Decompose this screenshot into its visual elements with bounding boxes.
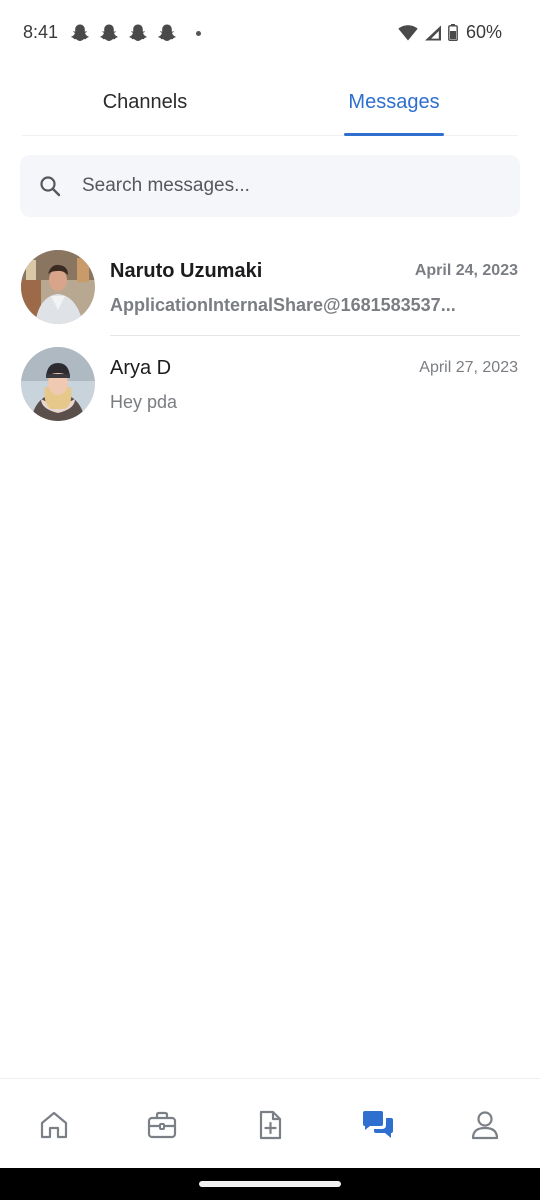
search-bar[interactable]	[20, 155, 520, 217]
snapchat-icon	[158, 24, 176, 41]
conversation-item[interactable]: Arya D April 27, 2023 Hey pda	[0, 337, 540, 433]
more-notifications-dot	[196, 30, 201, 36]
message-date: April 27, 2023	[419, 359, 518, 376]
contact-name: Naruto Uzumaki	[110, 260, 263, 282]
status-bar: 8:41 60%	[0, 0, 540, 68]
search-icon	[40, 176, 61, 197]
status-time: 8:41	[23, 22, 59, 42]
contact-name: Arya D	[110, 357, 172, 379]
nav-messages[interactable]	[360, 1107, 396, 1143]
home-icon	[40, 1111, 68, 1139]
divider	[110, 335, 520, 336]
tab-messages[interactable]: Messages	[322, 68, 466, 136]
tab-channels[interactable]: Channels	[22, 68, 268, 136]
message-preview: Hey pda	[110, 392, 178, 412]
nav-home[interactable]	[36, 1107, 72, 1143]
wifi-icon	[398, 24, 418, 40]
avatar	[21, 347, 95, 421]
message-preview: ApplicationInternalShare@1681583537...	[110, 295, 456, 315]
search-input[interactable]	[82, 155, 502, 217]
battery-percentage: 60%	[465, 22, 502, 42]
battery-icon	[448, 24, 458, 41]
system-navigation-bar	[0, 1168, 540, 1200]
nav-new-document[interactable]	[252, 1107, 288, 1143]
snapchat-icon	[71, 24, 89, 41]
chat-bubbles-icon	[363, 1111, 393, 1138]
tab-bar: Channels Messages	[22, 68, 518, 136]
user-icon	[471, 1111, 499, 1140]
document-add-icon	[259, 1110, 282, 1140]
active-tab-indicator	[344, 133, 444, 136]
avatar	[21, 250, 95, 324]
snapchat-icon	[129, 24, 147, 41]
conversation-item[interactable]: Naruto Uzumaki April 24, 2023 Applicatio…	[0, 240, 540, 336]
bottom-navigation	[0, 1078, 540, 1168]
snapchat-icon	[100, 24, 118, 41]
cellular-signal-icon	[424, 25, 441, 40]
message-date: April 24, 2023	[414, 262, 518, 279]
nav-jobs[interactable]	[144, 1107, 180, 1143]
notification-icons	[70, 23, 201, 43]
home-gesture-handle[interactable]	[199, 1181, 341, 1187]
nav-profile[interactable]	[467, 1107, 503, 1143]
briefcase-icon	[147, 1111, 177, 1139]
status-indicators: 60%	[398, 22, 502, 43]
